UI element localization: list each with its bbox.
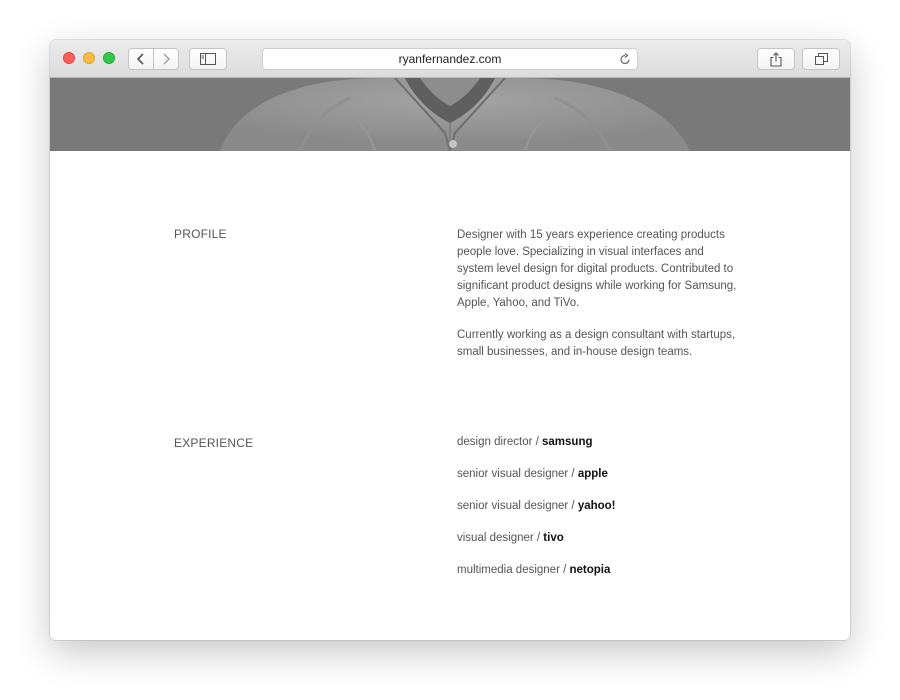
reload-icon[interactable] xyxy=(619,53,631,66)
chevron-left-icon xyxy=(136,53,144,65)
share-button[interactable] xyxy=(757,48,795,70)
hero-banner-photo xyxy=(50,78,850,151)
experience-heading: EXPERIENCE xyxy=(174,436,254,450)
portrait-photo xyxy=(50,78,850,151)
sidebar-button[interactable] xyxy=(189,48,227,70)
back-button[interactable] xyxy=(128,48,154,70)
url-text: ryanfernandez.com xyxy=(398,52,502,66)
chevron-right-icon xyxy=(163,53,171,65)
experience-item: senior visual designer / apple xyxy=(457,468,608,480)
experience-item: senior visual designer / yahoo! xyxy=(457,500,616,512)
experience-role: multimedia designer / xyxy=(457,564,570,576)
experience-item: design director / samsung xyxy=(457,436,593,448)
experience-company: yahoo! xyxy=(577,500,616,512)
profile-paragraph: Designer with 15 years experience creati… xyxy=(457,229,737,309)
experience-company: apple xyxy=(577,468,608,480)
show-tabs-button[interactable] xyxy=(802,48,840,70)
sidebar-icon xyxy=(200,53,216,65)
experience-role: senior visual designer / xyxy=(457,500,578,512)
page-content: PROFILE Designer with 15 years experienc… xyxy=(50,151,850,640)
browser-window: ryanfernandez.com PROFILE Designer with … xyxy=(50,40,850,640)
experience-company: netopia xyxy=(569,564,611,576)
experience-company: tivo xyxy=(543,532,564,544)
share-icon xyxy=(770,51,782,67)
experience-role: senior visual designer / xyxy=(457,468,578,480)
tabs-icon xyxy=(814,53,828,65)
experience-role: design director / xyxy=(457,436,543,448)
minimize-window-button[interactable] xyxy=(83,52,95,64)
zoom-window-button[interactable] xyxy=(103,52,115,64)
forward-button[interactable] xyxy=(153,48,179,70)
experience-item: multimedia designer / netopia xyxy=(457,564,610,576)
close-window-button[interactable] xyxy=(63,52,75,64)
experience-company: samsung xyxy=(542,436,593,448)
experience-role: visual designer / xyxy=(457,532,544,544)
browser-toolbar: ryanfernandez.com xyxy=(50,40,850,78)
profile-paragraph: Currently working as a design consultant… xyxy=(457,329,736,358)
experience-item: visual designer / tivo xyxy=(457,532,564,544)
profile-heading: PROFILE xyxy=(174,227,227,241)
address-bar[interactable]: ryanfernandez.com xyxy=(262,48,638,70)
